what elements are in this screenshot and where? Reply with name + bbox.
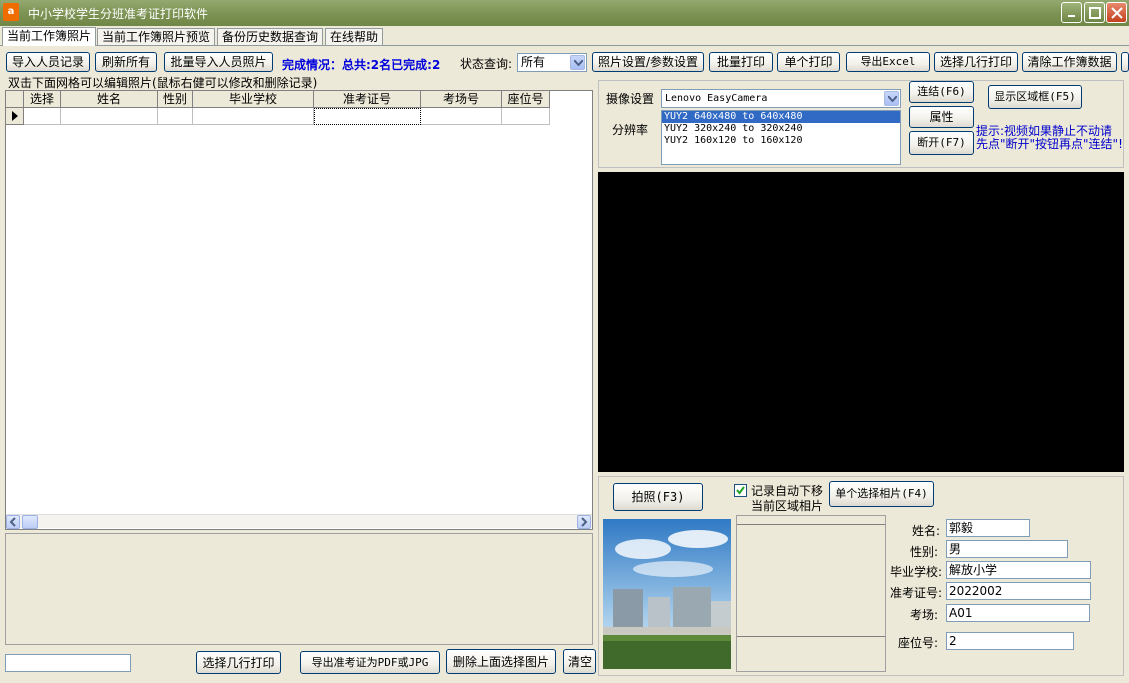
column-header-school[interactable]: 毕业学校: [193, 91, 314, 108]
chevron-down-icon[interactable]: [570, 55, 585, 70]
ticket-field[interactable]: 2022002: [946, 582, 1091, 600]
school-field[interactable]: 解放小学: [946, 561, 1091, 579]
column-header-seat[interactable]: 座位号: [502, 91, 550, 108]
hint-line-2: 先点"断开"按钮再点"连结"!: [976, 137, 1123, 151]
video-preview: [598, 172, 1124, 472]
batch-import-photos-button[interactable]: 批量导入人员照片: [164, 52, 273, 72]
gender-label: 性别:: [909, 545, 938, 559]
status-query-value: 所有: [521, 55, 546, 69]
scroll-thumb[interactable]: [22, 515, 38, 529]
cell-seat[interactable]: [502, 108, 550, 125]
single-select-photo-button[interactable]: 单个选择相片(F4): [829, 481, 934, 507]
region-photo-list[interactable]: [736, 515, 886, 672]
grid-horizontal-scrollbar[interactable]: [6, 514, 592, 529]
student-photo: [603, 519, 731, 669]
school-label: 毕业学校:: [889, 565, 942, 579]
minimize-button[interactable]: [1061, 2, 1082, 23]
resolution-list[interactable]: YUY2 640x480 to 640x480 YUY2 320x240 to …: [661, 110, 901, 165]
column-header-room[interactable]: 考场号: [421, 91, 502, 108]
export-pdf-jpg-button[interactable]: 导出准考证为PDF或JPG: [300, 651, 440, 674]
camera-device-label: 摄像设置: [606, 92, 655, 106]
show-region-button[interactable]: 显示区域框(F5): [988, 85, 1082, 109]
connect-button[interactable]: 连结(F6): [909, 81, 974, 103]
maximize-icon: [1089, 7, 1101, 19]
checkmark-icon: [736, 486, 745, 495]
grid-header: 选择 姓名 性别 毕业学校 准考证号 考场号 座位号: [6, 91, 550, 108]
cell-select[interactable]: [24, 108, 61, 125]
resolution-label: 分辨率: [612, 123, 649, 137]
chevron-down-icon[interactable]: [884, 91, 899, 106]
seat-field[interactable]: 2: [946, 632, 1074, 650]
ticket-label: 准考证号:: [889, 586, 942, 600]
maximize-button[interactable]: [1084, 2, 1105, 23]
export-excel-button[interactable]: 导出Excel: [846, 52, 930, 72]
cell-room[interactable]: [421, 108, 502, 125]
status-query-select[interactable]: 所有: [517, 53, 587, 72]
delete-selected-photo-button[interactable]: 删除上面选择图片: [446, 649, 556, 674]
batch-print-button[interactable]: 批量打印: [709, 52, 773, 72]
clear-workbook-button[interactable]: 清除工作簿数据: [1022, 52, 1117, 72]
camera-device-value: Lenovo EasyCamera: [665, 93, 768, 104]
records-grid[interactable]: 选择 姓名 性别 毕业学校 准考证号 考场号 座位号: [5, 90, 593, 530]
close-button[interactable]: [1106, 2, 1127, 23]
column-header-select[interactable]: 选择: [24, 91, 61, 108]
refresh-all-button[interactable]: 刷新所有: [95, 52, 157, 72]
region-photo-label: 当前区域相片: [751, 499, 824, 513]
close-icon: [1111, 7, 1123, 19]
disconnect-button[interactable]: 断开(F7): [909, 131, 974, 155]
select-rows-print-button[interactable]: 选择几行打印: [934, 52, 1018, 72]
bottom-status-field[interactable]: [5, 654, 131, 672]
single-print-button[interactable]: 单个打印: [777, 52, 840, 72]
minimize-icon: [1068, 15, 1075, 17]
gender-field[interactable]: 男: [946, 540, 1068, 558]
clear-button[interactable]: 清空: [563, 649, 596, 674]
tab-divider: [0, 45, 1129, 46]
cell-ticket[interactable]: [314, 108, 421, 125]
shoot-button[interactable]: 拍照(F3): [613, 483, 703, 511]
auto-move-checkbox[interactable]: [734, 484, 747, 497]
tab-current-photos[interactable]: 当前工作簿照片: [2, 27, 96, 46]
seat-label: 座位号:: [897, 636, 938, 650]
window-title: 中小学校学生分班准考证打印软件: [28, 7, 209, 21]
name-field[interactable]: 郭毅: [946, 519, 1030, 537]
scroll-left-icon[interactable]: [6, 515, 20, 529]
import-records-button[interactable]: 导入人员记录: [6, 52, 90, 72]
name-label: 姓名:: [911, 524, 940, 538]
column-header-gender[interactable]: 性别: [158, 91, 193, 108]
lower-preview-area: [5, 533, 593, 645]
cell-gender[interactable]: [158, 108, 193, 125]
properties-button[interactable]: 属性: [909, 106, 974, 128]
app-icon: a: [3, 3, 19, 21]
column-header-name[interactable]: 姓名: [61, 91, 158, 108]
table-row[interactable]: [6, 108, 550, 125]
column-header-ticket[interactable]: 准考证号: [314, 91, 421, 108]
cell-name[interactable]: [61, 108, 158, 125]
tab-photo-preview[interactable]: 当前工作簿照片预览: [97, 28, 215, 45]
list-item[interactable]: YUY2 160x120 to 160x120: [662, 135, 900, 147]
status-query-label: 状态查询:: [460, 57, 513, 71]
scroll-right-icon[interactable]: [577, 515, 591, 529]
room-label: 考场:: [909, 608, 938, 622]
cell-school[interactable]: [193, 108, 314, 125]
grid-caption: 双击下面网格可以编辑照片(鼠标右健可以修改和删除记录): [8, 76, 318, 90]
list-item[interactable]: YUY2 640x480 to 640x480: [662, 111, 900, 123]
overflow-button[interactable]: [1121, 52, 1129, 72]
photo-settings-button[interactable]: 照片设置/参数设置: [592, 52, 704, 72]
list-item[interactable]: YUY2 320x240 to 320x240: [662, 123, 900, 135]
room-field[interactable]: A01: [946, 604, 1090, 622]
tab-online-help[interactable]: 在线帮助: [325, 28, 383, 45]
grid-corner: [6, 91, 24, 108]
current-row-indicator-icon: [6, 108, 24, 125]
completion-status: 完成情况：总共:2名已完成:2: [282, 58, 441, 72]
bottom-select-rows-print-button[interactable]: 选择几行打印: [196, 651, 281, 674]
tab-history-query[interactable]: 备份历史数据查询: [217, 28, 323, 45]
camera-device-select[interactable]: Lenovo EasyCamera: [661, 89, 901, 108]
